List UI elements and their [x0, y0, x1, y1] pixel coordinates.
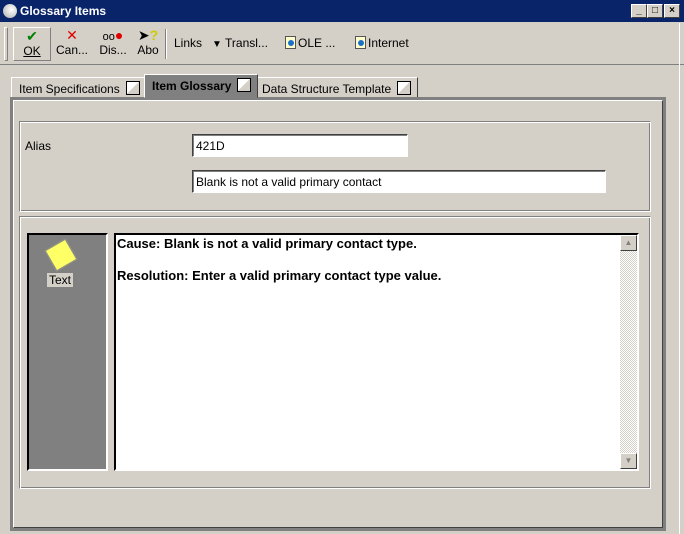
toolbar: ✔ OK ✕ Can... oo● Dis... ➤? Abo Links ▼ …	[0, 23, 684, 65]
text-note-icon[interactable]	[44, 238, 78, 272]
text-attachment-label[interactable]: Text	[47, 273, 74, 287]
document-globe-icon	[355, 36, 366, 49]
tab-fold-icon	[397, 81, 412, 95]
alias-input[interactable]	[192, 134, 408, 157]
description-input[interactable]	[192, 170, 606, 193]
display-glasses-icon: oo●	[102, 27, 124, 43]
cancel-button[interactable]: ✕ Can...	[53, 27, 91, 61]
translate-link[interactable]: ▼ Transl...	[212, 36, 268, 50]
maximize-button[interactable]: □	[647, 4, 663, 18]
attachment-sidebar: Text	[27, 233, 108, 471]
glossary-text-area[interactable]: Cause: Blank is not a valid primary cont…	[114, 233, 639, 471]
links-label: Links	[174, 36, 203, 50]
alias-label: Alias	[25, 139, 52, 153]
title-bar: Glossary Items _ □ ×	[0, 0, 684, 22]
minimize-button[interactable]: _	[631, 4, 647, 18]
tab-item-specifications[interactable]: Item Specifications	[11, 77, 147, 98]
window-title: Glossary Items	[20, 4, 107, 18]
pointer-help-icon: ➤?	[137, 27, 159, 43]
about-button[interactable]: ➤? Abo	[133, 27, 163, 61]
vertical-scrollbar[interactable]: ▲ ▼	[620, 235, 637, 469]
resolution-text: Resolution: Enter a valid primary contac…	[117, 268, 442, 283]
scroll-down-button[interactable]: ▼	[620, 453, 637, 469]
document-globe-icon	[285, 36, 296, 49]
internet-link[interactable]: Internet	[355, 36, 409, 50]
tab-data-structure-template[interactable]: Data Structure Template	[254, 77, 419, 98]
close-button[interactable]: ×	[664, 4, 680, 18]
toolbar-divider	[165, 29, 167, 59]
tab-item-glossary[interactable]: Item Glossary	[144, 74, 259, 98]
ok-button[interactable]: ✔ OK	[13, 27, 51, 61]
cause-text: Cause: Blank is not a valid primary cont…	[117, 236, 417, 251]
display-button[interactable]: oo● Dis...	[94, 27, 132, 61]
tab-fold-icon	[125, 81, 140, 95]
scroll-up-button[interactable]: ▲	[620, 235, 637, 251]
app-icon	[3, 4, 17, 18]
tab-fold-icon	[237, 78, 252, 92]
window-edge	[679, 23, 680, 534]
ole-link[interactable]: OLE ...	[285, 36, 335, 50]
x-icon: ✕	[66, 27, 78, 43]
dropdown-arrow-icon: ▼	[212, 39, 222, 50]
checkmark-icon: ✔	[26, 28, 38, 44]
toolbar-grip[interactable]	[4, 27, 8, 61]
